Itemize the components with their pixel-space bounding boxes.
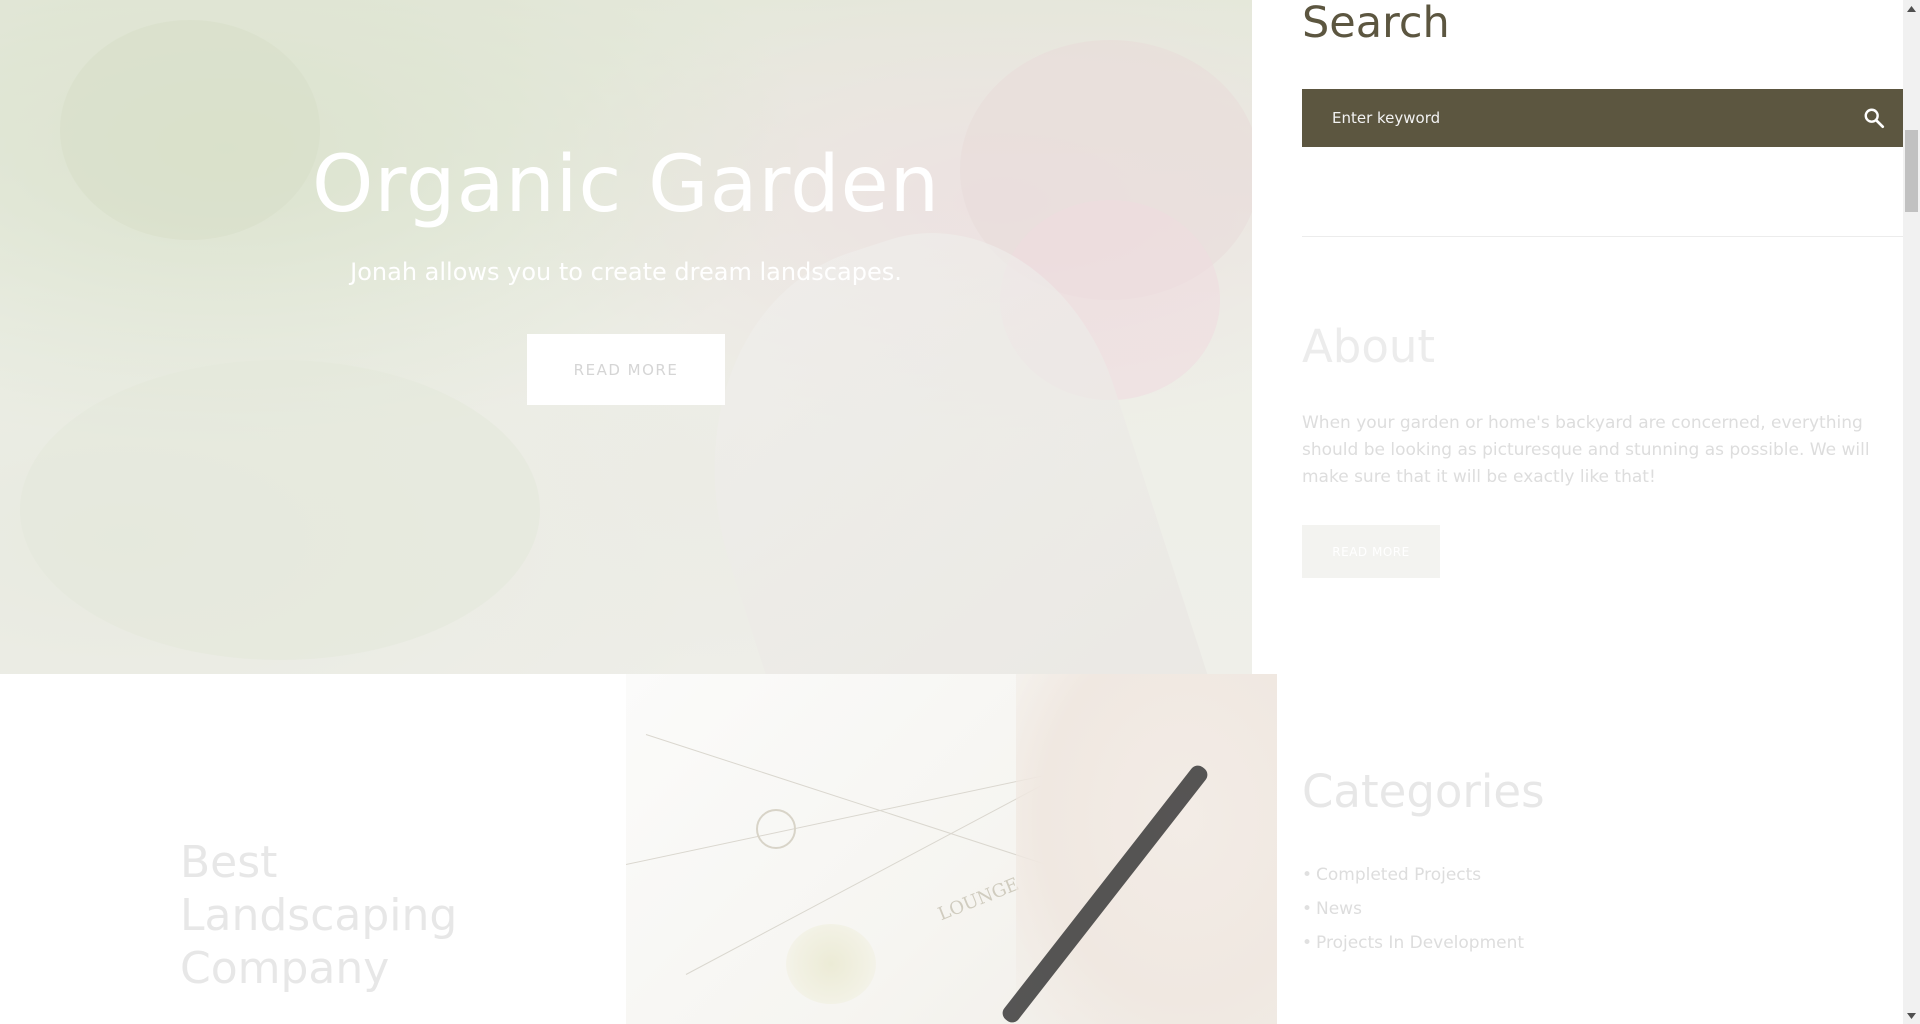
landscape-plan-image: LOUNGE: [626, 674, 1277, 1024]
bullet-icon: •: [1302, 865, 1313, 885]
plan-label: LOUNGE: [935, 873, 1022, 926]
hero-banner: Organic Garden Jonah allows you to creat…: [0, 0, 1252, 674]
promo-title-line: Landscaping: [180, 890, 458, 941]
search-form: [1302, 89, 1903, 147]
plan-compass-circle: [756, 809, 796, 849]
sidebar-divider: [1302, 236, 1903, 237]
category-item[interactable]: • Projects In Development: [1302, 926, 1524, 960]
category-item[interactable]: • News: [1302, 892, 1524, 926]
category-link[interactable]: Completed Projects: [1316, 865, 1481, 885]
scroll-down-arrow-icon[interactable]: [1903, 1007, 1920, 1024]
bullet-icon: •: [1302, 933, 1313, 953]
promo-title: Best Landscaping Company: [180, 836, 580, 995]
hero-subtitle: Jonah allows you to create dream landsca…: [350, 258, 902, 286]
hero-read-more-button[interactable]: READ MORE: [527, 334, 725, 405]
bullet-icon: •: [1302, 899, 1313, 919]
categories-widget-title: Categories: [1302, 765, 1545, 818]
category-link[interactable]: News: [1316, 899, 1362, 919]
search-button[interactable]: [1845, 89, 1903, 147]
about-widget-title: About: [1302, 320, 1436, 373]
page-scrollbar[interactable]: [1903, 0, 1920, 1024]
about-read-more-button[interactable]: READ MORE: [1302, 525, 1440, 578]
search-input[interactable]: [1302, 89, 1845, 147]
plan-plant-drawing: [786, 924, 876, 1004]
about-widget-text: When your garden or home's backyard are …: [1302, 413, 1870, 487]
scroll-up-arrow-icon[interactable]: [1903, 0, 1920, 17]
category-item[interactable]: • Completed Projects: [1302, 858, 1524, 892]
promo-title-line: Company: [180, 943, 390, 994]
promo-title-line: Best: [180, 837, 278, 888]
search-widget-title: Search: [1302, 0, 1450, 48]
search-icon: [1864, 108, 1885, 129]
scrollbar-thumb[interactable]: [1905, 130, 1918, 212]
categories-list: • Completed Projects • News • Projects In D…: [1302, 858, 1524, 960]
hero-title: Organic Garden: [311, 140, 941, 230]
category-link[interactable]: Projects In Development: [1316, 933, 1524, 953]
